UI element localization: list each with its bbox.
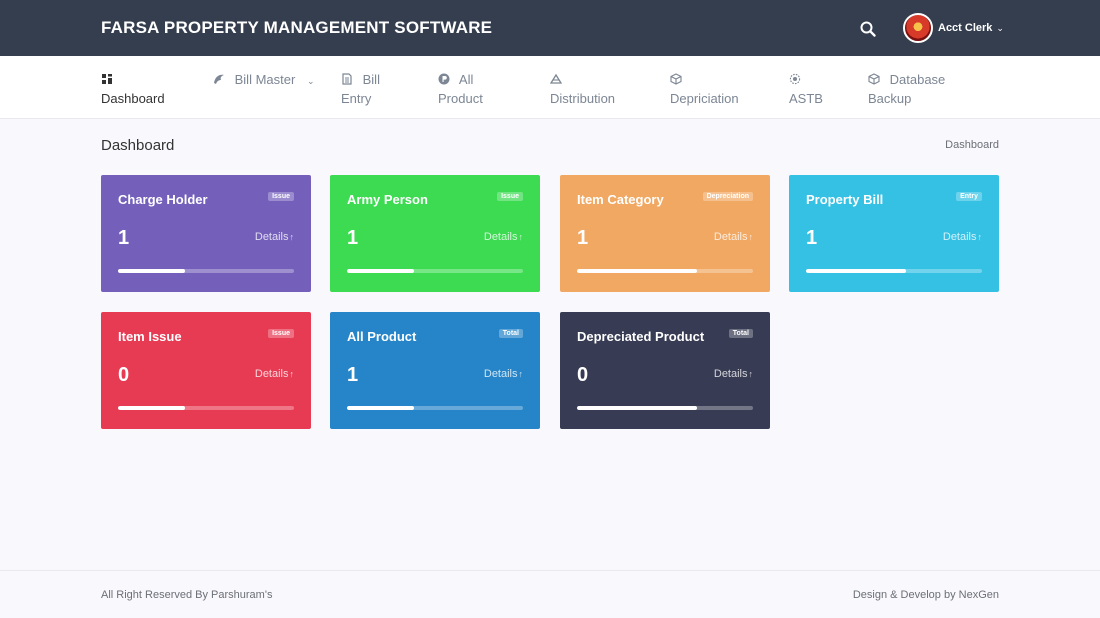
card-count: 1: [347, 227, 359, 249]
progress-bar: [577, 406, 753, 410]
progress-bar: [347, 406, 523, 410]
nav-label: Database: [889, 72, 946, 87]
cube-icon: [670, 73, 682, 85]
nav-label: Depriciation: [670, 91, 739, 106]
details-link[interactable]: Details↑: [943, 231, 982, 243]
nav-label: Entry: [341, 91, 372, 106]
progress-bar: [806, 269, 982, 273]
search-icon[interactable]: [859, 20, 877, 38]
bird-icon: [214, 74, 224, 84]
breadcrumb[interactable]: Dashboard: [945, 139, 999, 151]
status-badge: Issue: [268, 192, 294, 201]
nav-item-distribution[interactable]: Distribution: [549, 70, 616, 108]
progress-fill: [347, 269, 414, 273]
grid-icon: [102, 74, 112, 84]
card-title: Depreciated Product: [577, 329, 705, 344]
arrow-up-icon: ↑: [748, 232, 754, 242]
details-link[interactable]: Details↑: [255, 231, 294, 243]
details-link[interactable]: Details↑: [255, 368, 294, 380]
card-army-person: Army Person Issue 1 Details↑: [330, 175, 540, 292]
details-link[interactable]: Details↑: [714, 231, 753, 243]
card-title: Item Issue: [118, 329, 182, 344]
card-count: 0: [118, 364, 130, 386]
nav-label: Bill: [362, 72, 380, 87]
nav-label: Bill Master: [234, 72, 296, 87]
card-property-bill: Property Bill Entry 1 Details↑: [789, 175, 999, 292]
progress-bar: [118, 269, 294, 273]
card-title: Item Category: [577, 192, 664, 207]
progress-fill: [118, 406, 185, 410]
status-badge: Depreciation: [702, 192, 753, 201]
footer: All Right Reserved By Parshuram's Design…: [0, 570, 1100, 618]
app-title: FARSA PROPERTY MANAGEMENT SOFTWARE: [101, 18, 493, 37]
chevron-down-icon: ⌄: [996, 22, 1004, 33]
progress-fill: [806, 269, 907, 273]
progress-fill: [577, 406, 697, 410]
status-badge: Entry: [956, 192, 982, 201]
card-charge-holder: Charge Holder Issue 1 Details↑: [101, 175, 311, 292]
arrow-up-icon: ↑: [518, 232, 524, 242]
status-badge: Total: [498, 329, 523, 338]
nav-item-bill-master[interactable]: Bill Master ⌄: [213, 70, 314, 91]
user-menu[interactable]: Acct Clerk ⌄: [903, 12, 1004, 44]
progress-bar: [577, 269, 753, 273]
card-count: 1: [806, 227, 818, 249]
card-title: Charge Holder: [118, 192, 208, 207]
database-icon: [868, 73, 880, 85]
progress-fill: [118, 269, 185, 273]
card-title: Property Bill: [806, 192, 884, 207]
nav-label: Product: [438, 91, 483, 106]
nav-item-dashboard[interactable]: Dashboard: [101, 70, 165, 108]
distribution-icon: [549, 73, 563, 84]
progress-fill: [347, 406, 414, 410]
card-item-category: Item Category Depreciation 1 Details↑: [560, 175, 770, 292]
arrow-up-icon: ↑: [518, 369, 524, 379]
top-bar: FARSA PROPERTY MANAGEMENT SOFTWARE Acct …: [0, 0, 1100, 56]
user-name: Acct Clerk: [938, 22, 993, 34]
nav-label: Backup: [868, 91, 912, 106]
nav-item-bill-entry[interactable]: Bill Entry: [341, 70, 380, 108]
nav-label: Distribution: [550, 91, 616, 106]
progress-fill: [577, 269, 697, 273]
page-title: Dashboard: [101, 137, 175, 154]
arrow-up-icon: ↑: [289, 369, 295, 379]
details-link[interactable]: Details↑: [484, 231, 523, 243]
status-badge: Issue: [268, 329, 294, 338]
card-item-issue: Item Issue Issue 0 Details↑: [101, 312, 311, 429]
card-title: Army Person: [347, 192, 428, 207]
arrow-up-icon: ↑: [977, 232, 983, 242]
status-badge: Total: [728, 329, 753, 338]
product-icon: [438, 73, 450, 85]
nav-item-all-product[interactable]: All Product: [438, 70, 483, 108]
card-count: 1: [347, 364, 359, 386]
footer-credits: Design & Develop by NexGen: [852, 589, 999, 601]
status-badge: Issue: [497, 192, 523, 201]
arrow-up-icon: ↑: [289, 232, 295, 242]
progress-bar: [347, 269, 523, 273]
details-link[interactable]: Details↑: [714, 368, 753, 380]
card-all-product: All Product Total 1 Details↑: [330, 312, 540, 429]
file-icon: [342, 73, 352, 85]
card-count: 0: [577, 364, 589, 386]
avatar: [903, 13, 933, 43]
card-title: All Product: [347, 329, 417, 344]
arrow-up-icon: ↑: [748, 369, 754, 379]
footer-copyright: All Right Reserved By Parshuram's: [101, 589, 273, 601]
nav-item-database-backup[interactable]: Database Backup: [868, 70, 945, 108]
nav-label: All: [458, 72, 474, 87]
details-link[interactable]: Details↑: [484, 368, 523, 380]
card-count: 1: [118, 227, 130, 249]
nav-label: Dashboard: [101, 91, 165, 106]
progress-bar: [118, 406, 294, 410]
card-count: 1: [577, 227, 589, 249]
nav-item-astb[interactable]: ASTB: [789, 70, 823, 108]
gear-icon: [789, 73, 801, 85]
card-depreciated-product: Depreciated Product Total 0 Details↑: [560, 312, 770, 429]
main-nav: Dashboard Bill Master ⌄ Bill Entry All P…: [0, 56, 1100, 119]
chevron-down-icon: ⌄: [306, 76, 315, 86]
nav-item-depriciation[interactable]: Depriciation: [670, 70, 739, 108]
nav-label: ASTB: [789, 91, 823, 106]
